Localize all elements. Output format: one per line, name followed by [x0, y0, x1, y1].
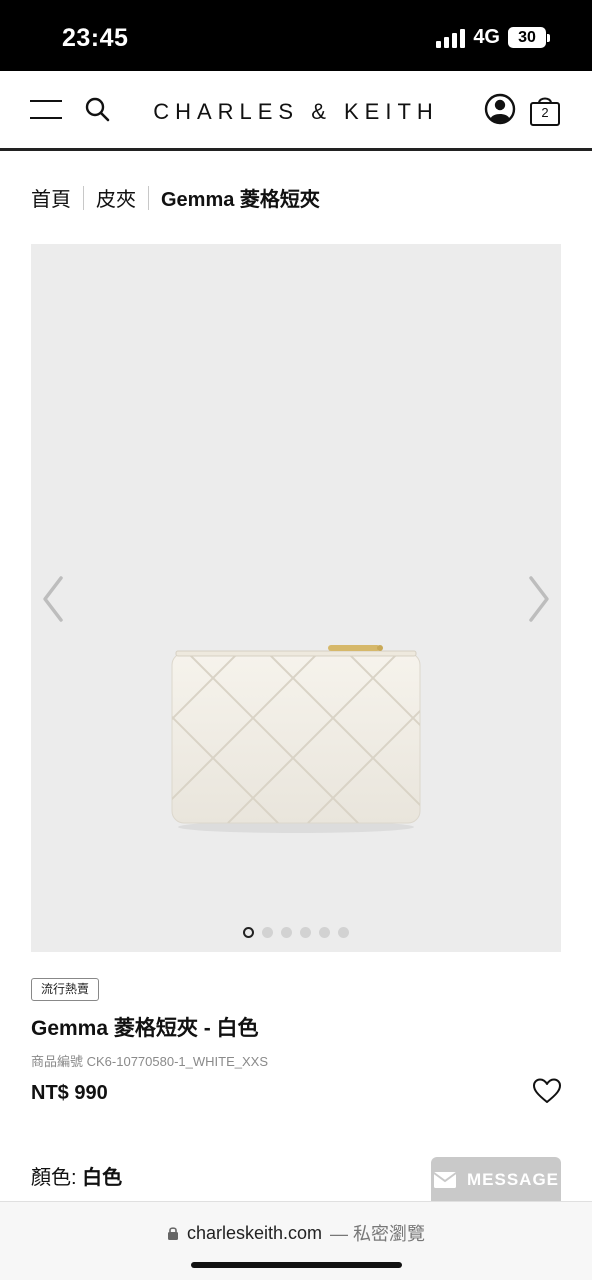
browser-address-bar[interactable]: charleskeith.com — 私密瀏覽	[0, 1201, 592, 1280]
breadcrumb-wallets[interactable]: 皮夾	[96, 183, 136, 212]
product-image	[171, 645, 421, 833]
battery-icon: 30	[508, 27, 550, 48]
heart-icon[interactable]	[532, 1077, 562, 1105]
message-label: MESSAGE	[466, 1170, 560, 1189]
breadcrumb-home[interactable]: 首頁	[31, 183, 71, 212]
breadcrumb-divider	[83, 185, 84, 210]
status-indicators: 4G 30	[436, 26, 550, 49]
product-title: Gemma 菱格短夾 - 白色	[31, 1017, 259, 1040]
message-button[interactable]: MESSAGE	[431, 1157, 561, 1203]
gallery-dot[interactable]	[262, 927, 273, 938]
home-indicator[interactable]	[191, 1262, 402, 1268]
status-bar: 23:45 4G 30	[0, 0, 592, 71]
shopping-bag-icon[interactable]: 2	[528, 93, 562, 127]
battery-level: 30	[508, 27, 546, 48]
private-mode-label: — 私密瀏覽	[330, 1224, 426, 1244]
breadcrumb-divider	[148, 185, 149, 210]
color-selector-label: 顏色: 白色	[31, 1161, 122, 1190]
gallery-dot[interactable]	[281, 927, 292, 938]
account-icon[interactable]	[484, 93, 516, 125]
chevron-right-icon[interactable]	[523, 574, 553, 624]
cellular-signal-icon	[436, 28, 466, 48]
product-sku: 商品編號 CK6-10770580-1_WHITE_XXS	[31, 1054, 268, 1069]
color-label-prefix: 顏色:	[31, 1167, 77, 1189]
breadcrumb-current: Gemma 菱格短夾	[161, 189, 320, 211]
product-gallery[interactable]	[31, 244, 561, 952]
product-price: NT$ 990	[31, 1082, 108, 1104]
url-text: charleskeith.com	[186, 1222, 323, 1243]
network-type: 4G	[473, 26, 500, 48]
status-time: 23:45	[62, 24, 129, 52]
bestseller-badge: 流行熱賣	[31, 978, 100, 1001]
url-display[interactable]: charleskeith.com — 私密瀏覽	[0, 1220, 592, 1246]
bag-count-badge: 2	[541, 105, 549, 120]
lock-icon	[167, 1226, 178, 1240]
breadcrumb: 首頁 皮夾 Gemma 菱格短夾	[31, 183, 320, 212]
chevron-left-icon[interactable]	[39, 574, 69, 624]
gallery-dot[interactable]	[300, 927, 311, 938]
envelope-icon	[433, 1172, 457, 1188]
gallery-dot[interactable]	[243, 927, 254, 938]
gallery-dot[interactable]	[338, 927, 349, 938]
gallery-dot[interactable]	[319, 927, 330, 938]
selected-color: 白色	[82, 1167, 123, 1189]
gallery-pagination	[31, 927, 561, 938]
site-header: CHARLES & KEITH 2	[0, 71, 592, 151]
